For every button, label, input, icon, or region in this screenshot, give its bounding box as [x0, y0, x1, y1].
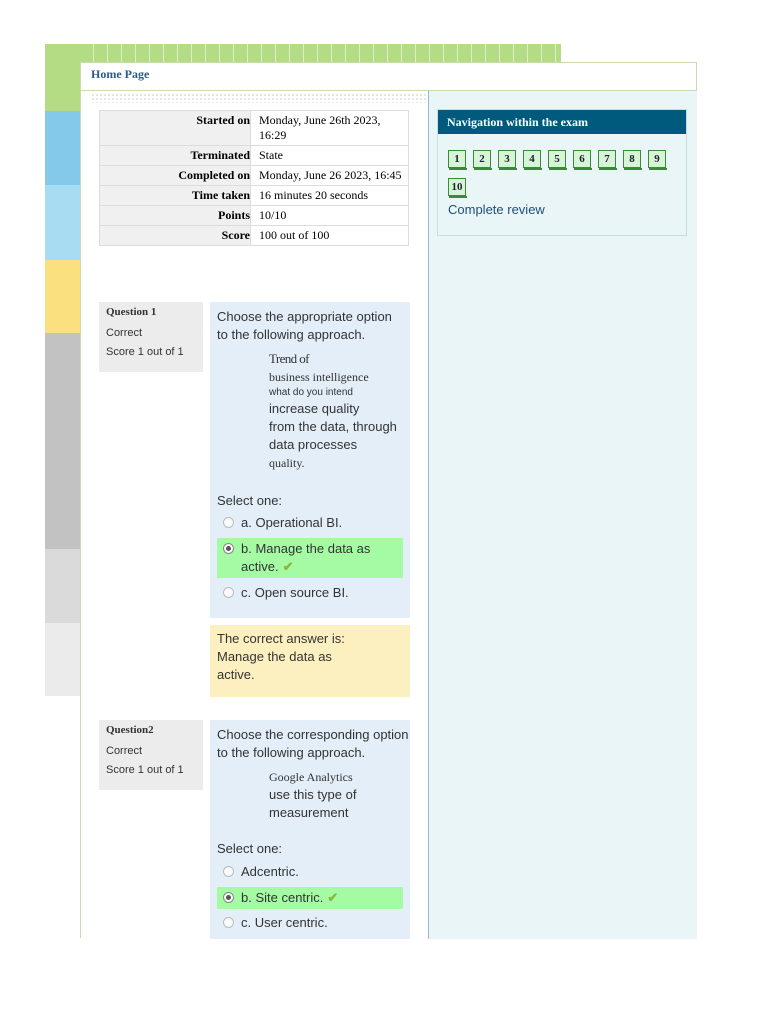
question-info-1: Question 1 Correct Score 1 out of 1	[99, 302, 203, 372]
nav-question-button[interactable]: 8	[623, 150, 642, 170]
select-one-label: Select one:	[217, 493, 283, 508]
summary-label: Terminated	[99, 145, 251, 166]
select-one-label: Select one:	[217, 841, 283, 856]
decor-stripe-lightestgray	[45, 623, 80, 696]
navigation-title: Navigation within the exam	[438, 110, 686, 134]
nav-question-button[interactable]: 5	[548, 150, 567, 170]
question-statement: Google Analytics use this type of measur…	[269, 768, 404, 822]
statement-line: from the data, through	[269, 419, 397, 434]
radio-button[interactable]	[223, 517, 234, 528]
check-icon: ✔	[282, 559, 294, 574]
question-number: Question2	[106, 724, 154, 736]
statement-line: quality.	[269, 456, 305, 470]
radio-button[interactable]	[223, 543, 234, 554]
question-state: Correct	[106, 327, 143, 339]
check-icon: ✔	[327, 890, 339, 905]
radio-button[interactable]	[223, 866, 234, 877]
statement-line: Google Analytics	[269, 770, 353, 784]
question-content-1: Choose the appropriate option to the fol…	[210, 302, 410, 618]
answer-option[interactable]: a. Operational BI.	[217, 512, 404, 534]
question-score: Score 1 out of 1	[106, 346, 184, 358]
summary-label: Score	[99, 225, 251, 246]
summary-row-score: Score 100 out of 100	[99, 225, 409, 246]
nav-question-button[interactable]: 9	[648, 150, 667, 170]
decor-stripe-gray	[45, 333, 80, 549]
summary-value: State	[250, 145, 409, 166]
attempt-summary-table: Started on Monday, June 26th 2023, 16:29…	[99, 110, 409, 246]
feedback-line: Manage the data as	[217, 649, 332, 664]
option-label: b. Site centric. ✔	[241, 890, 339, 905]
decor-top-bar	[80, 44, 561, 62]
decor-stripe-lightgray	[45, 549, 80, 623]
answer-option[interactable]: Adcentric.	[217, 861, 404, 883]
summary-row-points: Points 10/10	[99, 205, 409, 226]
summary-label: Completed on	[99, 165, 251, 186]
summary-row-state: Terminated State	[99, 145, 409, 166]
option-label: c. User centric.	[241, 915, 328, 930]
nav-question-button[interactable]: 10	[448, 178, 467, 198]
question-score: Score 1 out of 1	[106, 764, 184, 776]
summary-value: Monday, June 26 2023, 16:45	[250, 165, 409, 186]
feedback-line: active.	[217, 667, 255, 682]
answer-option-selected[interactable]: b. Manage the data as active. ✔	[217, 538, 403, 578]
radio-button[interactable]	[223, 917, 234, 928]
dotted-divider	[91, 93, 427, 103]
summary-row-completed: Completed on Monday, June 26 2023, 16:45	[99, 165, 409, 186]
summary-label: Time taken	[99, 185, 251, 206]
question-number: Question 1	[106, 306, 157, 318]
summary-value: 16 minutes 20 seconds	[250, 185, 409, 206]
answer-option-selected[interactable]: b. Site centric. ✔	[217, 887, 403, 909]
summary-value: Monday, June 26th 2023, 16:29	[250, 110, 409, 146]
feedback-box-1: The correct answer is: Manage the data a…	[210, 625, 410, 697]
nav-question-button[interactable]: 6	[573, 150, 592, 170]
option-label: Adcentric.	[241, 864, 299, 879]
answer-option[interactable]: c. Open source BI.	[217, 582, 404, 604]
summary-value: 10/10	[250, 205, 409, 226]
nav-question-button[interactable]: 1	[448, 150, 467, 170]
decor-stripe-yellow	[45, 260, 80, 333]
navigation-pane: Navigation within the exam 1 2 3 4 5 6 7…	[429, 91, 697, 939]
option-label: a. Operational BI.	[241, 515, 343, 530]
option-label: c. Open source BI.	[241, 585, 349, 600]
question-info-2: Question2 Correct Score 1 out of 1	[99, 720, 203, 790]
question-statement: Trend of business intelligence what do y…	[269, 350, 404, 472]
summary-label: Points	[99, 205, 251, 226]
page-frame: Home Page Started on Monday, June 26th 2…	[80, 62, 697, 939]
statement-line: what do you intend	[269, 387, 353, 398]
summary-label: Started on	[99, 110, 251, 146]
nav-question-button[interactable]: 7	[598, 150, 617, 170]
nav-question-button[interactable]: 3	[498, 150, 517, 170]
statement-line: use this type of	[269, 787, 357, 802]
question-state: Correct	[106, 745, 143, 757]
statement-line: increase quality	[269, 401, 360, 416]
question-prompt: Choose the corresponding option to the f…	[217, 727, 409, 760]
question-prompt: Choose the appropriate option to the fol…	[217, 309, 392, 342]
nav-question-button[interactable]: 4	[523, 150, 542, 170]
complete-review-link[interactable]: Complete review	[448, 202, 545, 217]
option-label: b. Manage the data as active. ✔	[241, 541, 371, 574]
answer-option[interactable]: c. User centric.	[217, 912, 404, 934]
radio-button[interactable]	[223, 892, 234, 903]
nav-question-button[interactable]: 2	[473, 150, 492, 170]
summary-row-time-taken: Time taken 16 minutes 20 seconds	[99, 185, 409, 206]
home-page-link[interactable]: Home Page	[91, 67, 149, 82]
question-content-2: Choose the corresponding option to the f…	[210, 720, 410, 939]
exam-navigation-block: Navigation within the exam 1 2 3 4 5 6 7…	[437, 109, 687, 236]
statement-line: measurement	[269, 805, 349, 820]
statement-line: business intelligence	[269, 370, 369, 384]
decor-stripe-lightblue	[45, 185, 80, 260]
statement-line: Trend of	[269, 351, 309, 366]
summary-row-started: Started on Monday, June 26th 2023, 16:29	[99, 110, 409, 146]
statement-line: data processes	[269, 437, 358, 452]
summary-value: 100 out of 100	[250, 225, 409, 246]
radio-button[interactable]	[223, 587, 234, 598]
feedback-line: The correct answer is:	[217, 631, 345, 646]
decor-stripe-green	[45, 44, 80, 111]
decor-stripe-blue	[45, 111, 80, 185]
